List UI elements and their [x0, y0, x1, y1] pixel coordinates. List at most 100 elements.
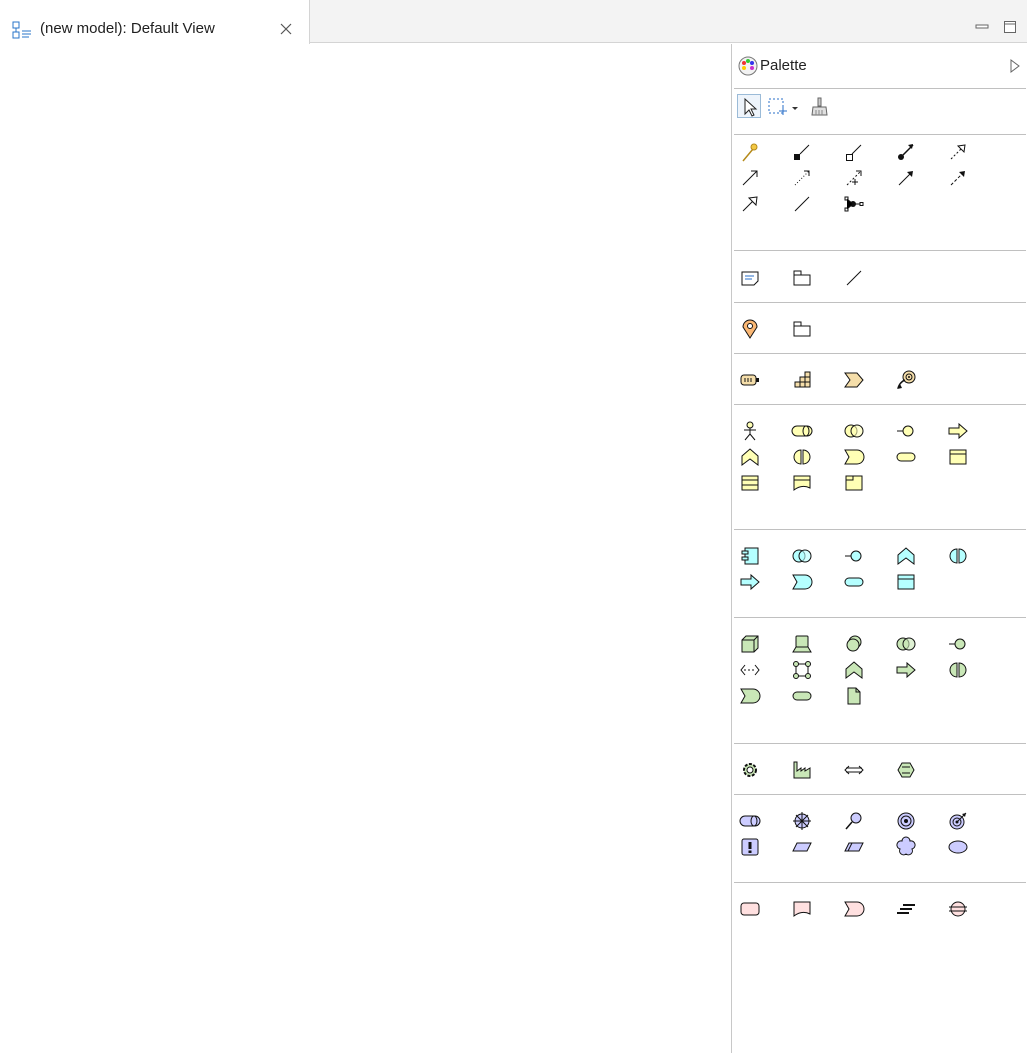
composition-icon[interactable] [789, 139, 813, 163]
influence-icon[interactable] [841, 165, 865, 189]
course-of-action-icon[interactable] [893, 367, 917, 391]
access-icon[interactable] [789, 165, 813, 189]
technology-collaboration-icon[interactable] [893, 631, 917, 655]
assessment-icon[interactable] [841, 808, 865, 832]
close-icon[interactable] [279, 22, 293, 39]
business-interaction-icon[interactable] [789, 444, 813, 468]
representation-icon[interactable] [789, 470, 813, 494]
technology-function-icon[interactable] [841, 657, 865, 681]
palette-panel: Palette [731, 44, 1027, 1053]
facility-icon[interactable] [789, 757, 813, 781]
system-software-icon[interactable] [841, 631, 865, 655]
realization-icon[interactable] [945, 139, 969, 163]
connection-icon[interactable] [841, 265, 865, 289]
data-object-icon[interactable] [893, 569, 917, 593]
palette-separator [734, 404, 1026, 405]
technology-interaction-icon[interactable] [945, 657, 969, 681]
note-icon[interactable] [737, 265, 761, 289]
business-interface-icon[interactable] [893, 418, 917, 442]
technology-interface-icon[interactable] [945, 631, 969, 655]
distribution-network-icon[interactable] [841, 757, 865, 781]
product-icon[interactable] [841, 470, 865, 494]
equipment-icon[interactable] [737, 757, 761, 781]
artifact-icon[interactable] [841, 683, 865, 707]
value-stream-icon[interactable] [841, 367, 865, 391]
palette-title: Palette [760, 57, 807, 74]
communication-network-icon[interactable] [789, 657, 813, 681]
specialization-icon[interactable] [737, 191, 761, 215]
business-actor-icon[interactable] [737, 418, 761, 442]
grouping-icon[interactable] [789, 316, 813, 340]
goal-icon[interactable] [893, 808, 917, 832]
aggregation-icon[interactable] [841, 139, 865, 163]
plateau-icon[interactable] [893, 896, 917, 920]
diagram-icon [12, 21, 32, 42]
application-process-icon[interactable] [737, 569, 761, 593]
capability-icon[interactable] [789, 367, 813, 391]
gap-icon[interactable] [945, 896, 969, 920]
select-pointer-icon[interactable] [737, 94, 761, 118]
contract-icon[interactable] [737, 470, 761, 494]
implementation-event-icon[interactable] [841, 896, 865, 920]
marquee-select-icon[interactable] [765, 94, 789, 118]
editor-tab[interactable]: (new model): Default View [0, 0, 310, 44]
editor-tab-bar: (new model): Default View [0, 0, 1027, 44]
technology-service-icon[interactable] [789, 683, 813, 707]
format-painter-icon[interactable] [807, 94, 831, 118]
location-icon[interactable] [737, 316, 761, 340]
node-icon[interactable] [737, 631, 761, 655]
association-icon[interactable] [789, 191, 813, 215]
application-event-icon[interactable] [789, 569, 813, 593]
constraint-icon[interactable] [841, 834, 865, 858]
application-collaboration-icon[interactable] [789, 543, 813, 567]
application-component-icon[interactable] [737, 543, 761, 567]
application-interaction-icon[interactable] [945, 543, 969, 567]
palette-icon [738, 56, 758, 79]
device-icon[interactable] [789, 631, 813, 655]
business-service-icon[interactable] [893, 444, 917, 468]
diagram-canvas[interactable] [0, 44, 731, 1053]
driver-icon[interactable] [789, 808, 813, 832]
meaning-icon[interactable] [893, 834, 917, 858]
value-icon[interactable] [945, 834, 969, 858]
palette-separator [734, 529, 1026, 530]
resource-icon[interactable] [737, 367, 761, 391]
requirement-icon[interactable] [789, 834, 813, 858]
deliverable-icon[interactable] [789, 896, 813, 920]
maximize-icon[interactable] [1003, 20, 1017, 34]
application-interface-icon[interactable] [841, 543, 865, 567]
application-function-icon[interactable] [893, 543, 917, 567]
palette-separator [734, 882, 1026, 883]
principle-icon[interactable] [737, 834, 761, 858]
business-role-icon[interactable] [789, 418, 813, 442]
business-object-icon[interactable] [945, 444, 969, 468]
business-collaboration-icon[interactable] [841, 418, 865, 442]
palette-separator [734, 353, 1026, 354]
palette-separator [734, 743, 1026, 744]
assignment-icon[interactable] [893, 139, 917, 163]
technology-event-icon[interactable] [737, 683, 761, 707]
group-icon[interactable] [789, 265, 813, 289]
flow-icon[interactable] [945, 165, 969, 189]
serving-icon[interactable] [737, 165, 761, 189]
palette-separator [734, 134, 1026, 135]
minimize-icon[interactable] [975, 20, 989, 34]
outcome-icon[interactable] [945, 808, 969, 832]
business-function-icon[interactable] [737, 444, 761, 468]
editor-tab-title: (new model): Default View [40, 20, 215, 37]
junction-icon[interactable] [841, 191, 865, 215]
work-package-icon[interactable] [737, 896, 761, 920]
magic-connector-icon[interactable] [737, 139, 761, 163]
application-service-icon[interactable] [841, 569, 865, 593]
palette-header-separator [734, 88, 1026, 89]
triggering-icon[interactable] [893, 165, 917, 189]
stakeholder-icon[interactable] [737, 808, 761, 832]
business-event-icon[interactable] [841, 444, 865, 468]
business-process-icon[interactable] [945, 418, 969, 442]
path-icon[interactable] [737, 657, 761, 681]
collapse-arrow-icon[interactable] [1010, 59, 1020, 76]
palette-separator [734, 794, 1026, 795]
palette-header[interactable]: Palette [732, 44, 1027, 88]
material-icon[interactable] [893, 757, 917, 781]
technology-process-icon[interactable] [893, 657, 917, 681]
